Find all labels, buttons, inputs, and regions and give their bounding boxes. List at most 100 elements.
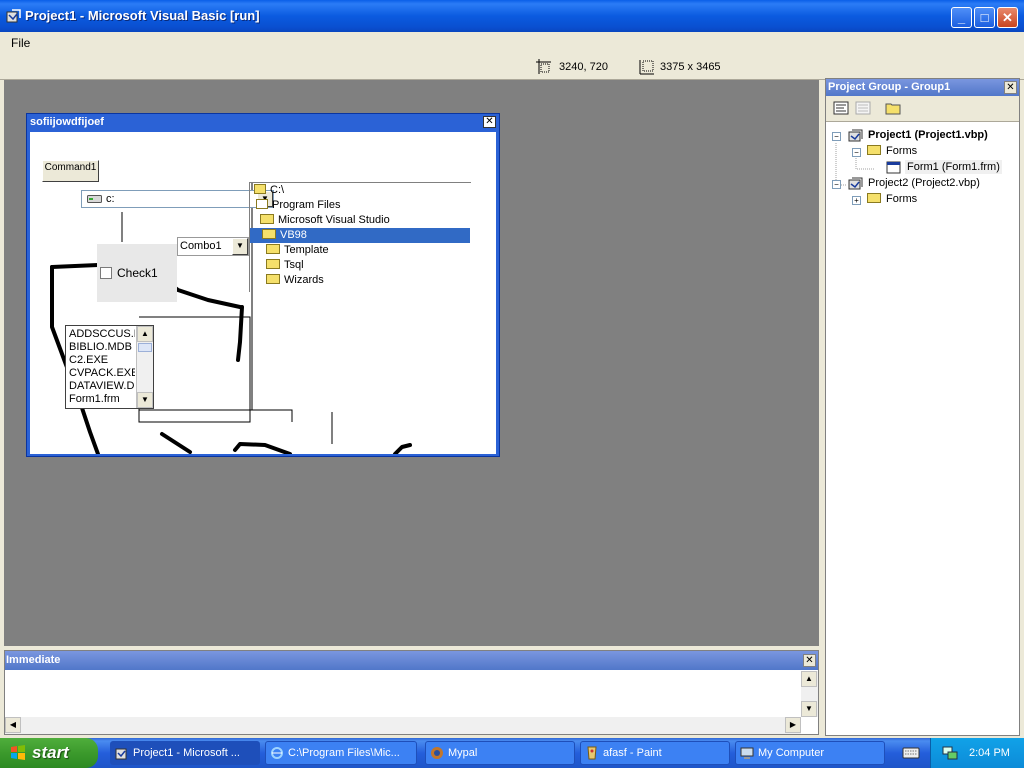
close-button[interactable]: ✕ [997,7,1018,28]
computer-icon [740,747,754,759]
task-label: Mypal [448,747,478,759]
file-item[interactable]: CVPACK.EXE [69,367,135,380]
form-client-area: Command1 c: ▼ Check1 Combo1 ▼ [30,132,496,454]
task-label: My Computer [758,747,825,759]
windows-logo-icon [11,745,25,760]
open-folder-icon [262,229,276,239]
vb-app-icon [6,9,21,23]
tree-node-project2[interactable]: Project2 (Project2.vbp) [868,176,980,190]
start-label: start [32,743,69,762]
start-button[interactable]: start [0,738,98,768]
drive-list[interactable]: c: ▼ [81,190,274,208]
taskbar: start Project1 - Microsoft ... C:\Progra… [0,738,1024,768]
directory-listbox[interactable]: C:\ Program Files Microsoft Visual Studi… [249,182,471,292]
dir-row-tsql[interactable]: Tsql [266,258,304,273]
scroll-thumb[interactable] [138,343,152,352]
running-form-window[interactable]: sofiijowdfijoef ✕ Command1 c: Check1 Com… [26,113,500,457]
form-icon [886,161,901,174]
dir-row-root[interactable]: C:\ [254,183,284,198]
clock: 2:04 PM [969,747,1010,759]
collapse-project1-toggle[interactable]: − [832,132,841,141]
project-group-panel: Project Group - Group1 ✕ − Project1 (Pro… [825,78,1020,736]
project-icon [848,129,863,142]
form-close-button[interactable]: ✕ [483,116,496,128]
combo1-dropdown-button[interactable]: ▼ [232,238,248,255]
system-tray: 2:04 PM [930,738,1024,768]
folder-icon [266,259,280,269]
tree-node-forms[interactable]: Forms [886,144,917,158]
task-button-paint[interactable]: afasf - Paint [580,741,730,765]
file-list-scrollbar[interactable]: ▲ ▼ [136,326,153,408]
open-folder-icon [867,145,881,155]
menu-file[interactable]: File [11,36,30,50]
dir-row-wizards[interactable]: Wizards [266,273,324,288]
combo1-value: Combo1 [180,240,222,252]
form-title: sofiijowdfijoef [30,116,104,128]
ie-icon [271,747,283,759]
task-button-explorer[interactable]: C:\Program Files\Mic... [265,741,417,765]
collapse-project2-toggle[interactable]: − [832,180,841,189]
immediate-vscrollbar[interactable]: ▲ ▼ [801,671,818,717]
collapse-forms-toggle[interactable]: − [852,148,861,157]
immediate-title: Immediate [5,651,818,670]
dir-label: Microsoft Visual Studio [278,214,390,226]
task-label: C:\Program Files\Mic... [288,747,400,759]
keyboard-icon[interactable] [902,746,920,760]
maximize-button[interactable]: □ [974,7,995,28]
window-title: Project1 - Microsoft Visual Basic [run] [25,8,260,23]
combo1-combobox[interactable]: Combo1 ▼ [177,237,249,256]
task-button-mypal[interactable]: Mypal [425,741,575,765]
toolbar: 3240, 720 3375 x 3465 [0,54,1024,80]
task-label: afasf - Paint [603,747,662,759]
task-button-vb[interactable]: Project1 - Microsoft ... [110,741,260,765]
size-icon [639,60,654,75]
minimize-button[interactable]: _ [951,7,972,28]
expand-forms-toggle[interactable]: + [852,196,861,205]
file-listbox[interactable]: ADDSCCUS.DLL BIBLIO.MDB C2.EXE CVPACK.EX… [65,325,154,409]
dir-row-msvs[interactable]: Microsoft Visual Studio [260,213,390,228]
dir-row-template[interactable]: Template [266,243,329,258]
immediate-hscrollbar[interactable]: ◀ ▶ [5,717,801,734]
paint-icon [587,746,597,760]
scroll-down-icon[interactable]: ▼ [801,701,817,717]
tree-node-project1[interactable]: Project1 (Project1.vbp) [868,128,988,142]
file-list: ADDSCCUS.DLL BIBLIO.MDB C2.EXE CVPACK.EX… [69,328,135,406]
file-item[interactable]: ADDSCCUS.DLL [69,328,135,341]
file-item[interactable]: C2.EXE [69,354,135,367]
vb-icon [115,748,127,760]
menu-bar: File [0,32,1024,54]
mdi-workspace: sofiijowdfijoef ✕ Command1 c: Check1 Com… [4,80,819,646]
check1-control[interactable]: Check1 [97,244,177,302]
position-readout: 3240, 720 [559,61,608,73]
immediate-input[interactable] [5,671,801,717]
file-item[interactable]: BIBLIO.MDB [69,341,135,354]
tree-node-forms-2[interactable]: Forms [886,192,917,206]
folder-icon [867,193,881,203]
dir-row-program-files[interactable]: Program Files [256,198,340,213]
dir-label: Tsql [284,259,304,271]
task-button-my-computer[interactable]: My Computer [735,741,885,765]
immediate-close-button[interactable]: ✕ [803,654,816,667]
open-folder-icon [260,214,274,224]
scroll-right-icon[interactable]: ▶ [785,717,801,733]
task-label: Project1 - Microsoft ... [133,747,240,759]
scroll-up-icon[interactable]: ▲ [801,671,817,687]
scroll-down-icon[interactable]: ▼ [137,392,153,408]
main-title-bar[interactable]: Project1 - Microsoft Visual Basic [run] … [0,0,1024,32]
dir-label: VB98 [280,229,307,241]
file-item[interactable]: DATAVIEW.DLL [69,380,135,393]
dir-row-vb98-selected[interactable]: VB98 [250,228,470,243]
open-folder-icon [256,199,268,209]
command1-button[interactable]: Command1 [42,160,99,182]
drive-icon [87,195,102,203]
open-folder-icon [254,184,266,194]
scroll-left-icon[interactable]: ◀ [5,717,21,733]
scroll-up-icon[interactable]: ▲ [137,326,153,342]
drive-value: c: [106,193,115,205]
file-item[interactable]: Form1.frm [69,393,135,406]
check1-box[interactable] [100,267,112,279]
dir-label: Wizards [284,274,324,286]
network-icon[interactable] [941,745,959,761]
tree-node-form1[interactable]: Form1 (Form1.frm) [905,160,1002,174]
position-icon [536,59,551,74]
